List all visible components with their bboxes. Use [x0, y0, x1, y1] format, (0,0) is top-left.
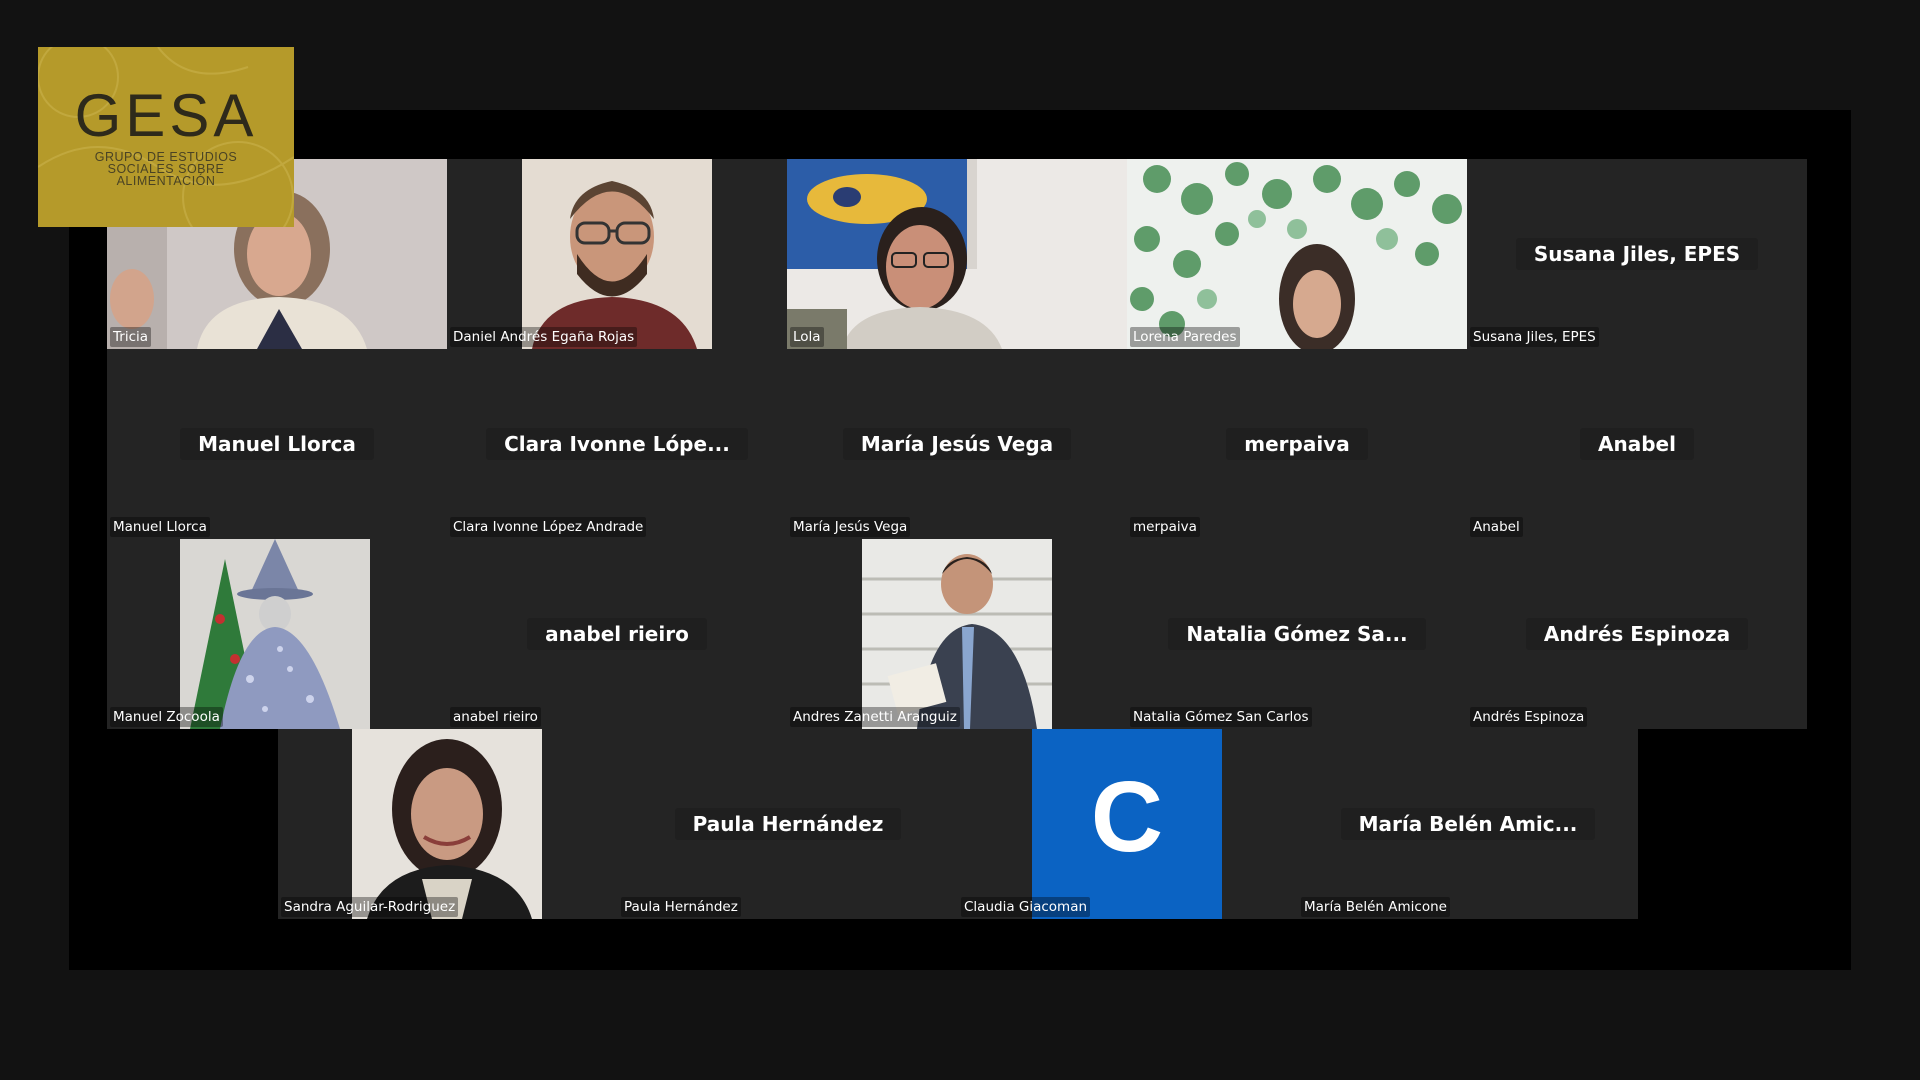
participant-name: Susana Jiles, EPES [1470, 327, 1599, 347]
participant-name: Clara Ivonne López Andrade [450, 517, 647, 537]
participant-display-name: Clara Ivonne Lópe... [447, 428, 787, 460]
video-feed [180, 539, 370, 729]
participant-display-name: Anabel [1467, 428, 1807, 460]
video-feed [862, 539, 1052, 729]
screen: GESA GRUPO DE ESTUDIOS SOCIALES SOBRE AL… [0, 0, 1920, 1080]
participant-display-name: Susana Jiles, EPES [1467, 238, 1807, 270]
participant-tile[interactable]: merpaiva merpaiva [1127, 349, 1467, 539]
participant-tile[interactable]: Natalia Gómez Sa... Natalia Gómez San Ca… [1127, 539, 1467, 729]
video-feed [787, 159, 1127, 349]
participant-display-name: Paula Hernández [618, 808, 958, 840]
participant-tile[interactable]: María Belén Amic... María Belén Amicone [1298, 729, 1638, 919]
participant-tile[interactable]: María Jesús Vega María Jesús Vega [787, 349, 1127, 539]
participant-name: Lorena Paredes [1130, 327, 1240, 347]
gallery-view: Tricia Daniel Andrés Egaña Rojas Lola Lo… [69, 110, 1851, 970]
participant-tile[interactable]: Lola [787, 159, 1127, 349]
participant-name: Lola [790, 327, 824, 347]
participant-name: María Jesús Vega [790, 517, 911, 537]
video-feed [1127, 159, 1467, 349]
participant-name: Andres Zanetti Aranguiz [790, 707, 960, 727]
participant-tile[interactable]: Andrés Espinoza Andrés Espinoza [1467, 539, 1807, 729]
video-feed [352, 729, 542, 919]
participant-tile[interactable]: Paula Hernández Paula Hernández [618, 729, 958, 919]
participant-tile[interactable]: Susana Jiles, EPES Susana Jiles, EPES [1467, 159, 1807, 349]
logo-title: GESA [74, 82, 258, 149]
participant-name: Anabel [1470, 517, 1523, 537]
avatar-letter: C [1091, 761, 1163, 873]
participant-name: Natalia Gómez San Carlos [1130, 707, 1312, 727]
participant-display-name: Manuel Llorca [107, 428, 447, 460]
participant-name: Claudia Giacoman [961, 897, 1091, 917]
logo-subtitle-line: ALIMENTACIÓN [116, 174, 216, 188]
participant-name: Sandra Aguilar-Rodriguez [281, 897, 459, 917]
participant-display-name: merpaiva [1127, 428, 1467, 460]
participant-name: Paula Hernández [621, 897, 741, 917]
participant-tile[interactable]: Anabel Anabel [1467, 349, 1807, 539]
participant-tile[interactable]: Sandra Aguilar-Rodriguez [278, 729, 618, 919]
participant-tile[interactable]: Clara Ivonne Lópe... Clara Ivonne López … [447, 349, 787, 539]
participant-name: merpaiva [1130, 517, 1200, 537]
participant-tile[interactable]: Andres Zanetti Aranguiz [787, 539, 1127, 729]
participant-name: Manuel Zocoola [110, 707, 223, 727]
participant-display-name: Natalia Gómez Sa... [1127, 618, 1467, 650]
participant-tile[interactable]: Daniel Andrés Egaña Rojas [447, 159, 787, 349]
participant-display-name: María Belén Amic... [1298, 808, 1638, 840]
avatar: C [1032, 729, 1222, 919]
participant-name: Manuel Llorca [110, 517, 210, 537]
participant-name: Andrés Espinoza [1470, 707, 1588, 727]
video-feed [522, 159, 712, 349]
participant-tile[interactable]: C Claudia Giacoman [958, 729, 1298, 919]
gesa-logo: GESA GRUPO DE ESTUDIOS SOCIALES SOBRE AL… [38, 47, 294, 227]
participant-tile[interactable]: Manuel Zocoola [107, 539, 447, 729]
participant-name: María Belén Amicone [1301, 897, 1450, 917]
participant-display-name: María Jesús Vega [787, 428, 1127, 460]
participant-display-name: anabel rieiro [447, 618, 787, 650]
participant-tile[interactable]: Manuel Llorca Manuel Llorca [107, 349, 447, 539]
participant-tile[interactable]: Lorena Paredes [1127, 159, 1467, 349]
participant-tile[interactable]: anabel rieiro anabel rieiro [447, 539, 787, 729]
participant-display-name: Andrés Espinoza [1467, 618, 1807, 650]
participant-name: anabel rieiro [450, 707, 541, 727]
participant-name: Tricia [110, 327, 152, 347]
participant-name: Daniel Andrés Egaña Rojas [450, 327, 638, 347]
logo-subtitle: GRUPO DE ESTUDIOS SOCIALES SOBRE ALIMENT… [38, 151, 294, 188]
